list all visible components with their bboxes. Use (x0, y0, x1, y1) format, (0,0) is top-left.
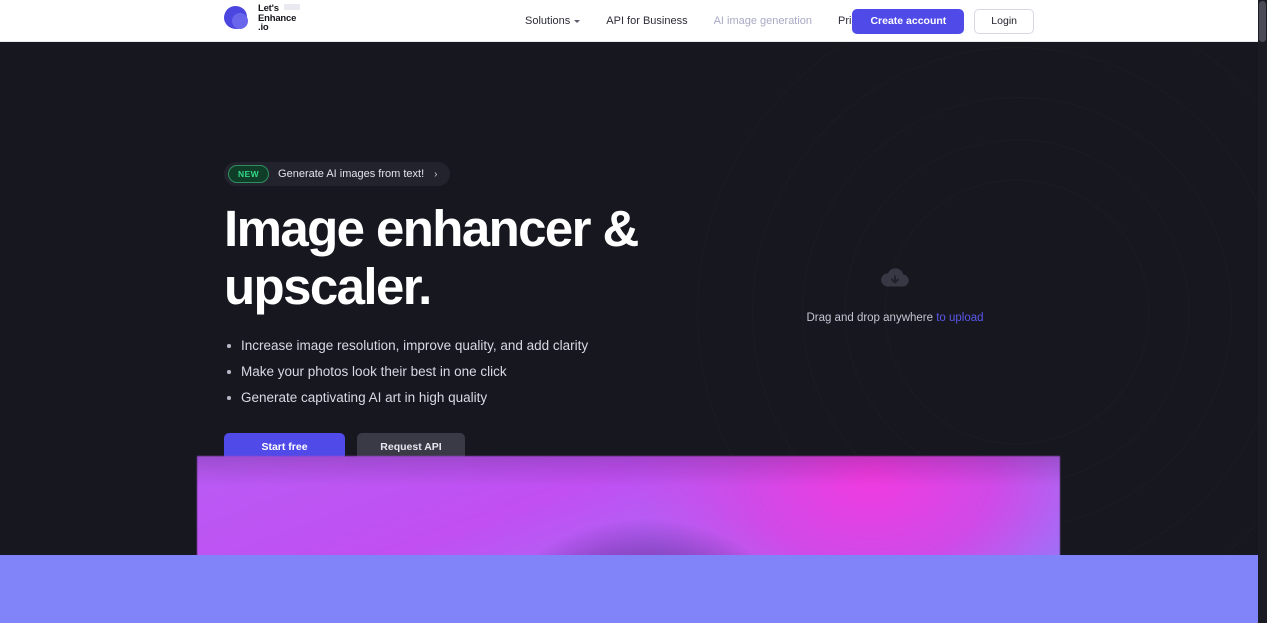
dropzone-upload-link[interactable]: to upload (936, 312, 983, 324)
dropzone-text: Drag and drop anywhere to upload (806, 312, 983, 324)
create-account-button[interactable]: Create account (852, 8, 965, 34)
list-item: Make your photos look their best in one … (224, 362, 824, 381)
nav-item-ai-image-generation[interactable]: AI image generation (701, 0, 825, 42)
hero-content: NEW Generate AI images from text! › Imag… (224, 162, 824, 460)
logo-accent-bar (284, 4, 300, 10)
logo-blob-icon (224, 4, 252, 32)
badge-text: Generate AI images from text! (278, 168, 425, 180)
badge-new-tag: NEW (228, 165, 270, 183)
nav-label-api-for-business: API for Business (606, 15, 688, 27)
scrollbar-thumb[interactable] (1259, 1, 1266, 42)
nav-item-api-for-business[interactable]: API for Business (593, 0, 700, 42)
auth-actions: Create account Login (852, 0, 1034, 42)
cloud-upload-icon (880, 267, 910, 294)
nav-label-solutions: Solutions (525, 15, 571, 27)
nav-label-ai-image-generation: AI image generation (713, 15, 813, 27)
site-header: Let's Enhance .io Solutions API for Busi… (0, 0, 1258, 42)
logo-line-3: .io (258, 22, 269, 34)
page-title: Image enhancer & upscaler. (224, 200, 639, 315)
upload-dropzone[interactable]: Drag and drop anywhere to upload (760, 140, 1030, 450)
nav-item-solutions[interactable]: Solutions (512, 0, 593, 42)
feature-list: Increase image resolution, improve quali… (224, 336, 824, 407)
announcement-badge[interactable]: NEW Generate AI images from text! › (224, 162, 450, 186)
list-item: Increase image resolution, improve quali… (224, 336, 824, 355)
chevron-right-icon: › (434, 168, 438, 180)
chevron-down-icon (574, 20, 581, 23)
login-button[interactable]: Login (974, 8, 1034, 34)
dropzone-instruction: Drag and drop anywhere (806, 311, 937, 324)
next-section-band (0, 555, 1267, 623)
logo[interactable]: Let's Enhance .io (224, 4, 300, 34)
page-scrollbar[interactable] (1258, 0, 1267, 623)
list-item: Generate captivating AI art in high qual… (224, 388, 824, 407)
